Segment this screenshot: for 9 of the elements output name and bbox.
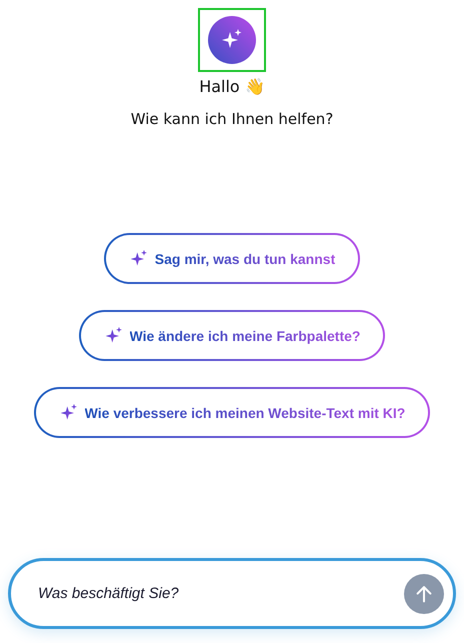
suggestion-button[interactable]: Wie verbessere ich meinen Website-Text mit KI?: [34, 387, 430, 438]
sparkle-icon: [104, 326, 124, 346]
suggestion-button[interactable]: Sag mir, was du tun kannst: [104, 233, 360, 284]
message-field[interactable]: Was beschäftigt Sie?: [36, 584, 404, 603]
sparkle-icon: [58, 402, 79, 422]
greeting: Hallo 👋: [199, 77, 265, 96]
suggestion-button[interactable]: Wie ändere ich meine Farbpalette?: [78, 310, 386, 361]
sparkle-icon: [128, 248, 149, 268]
subtitle: Wie kann ich Ihnen helfen?: [130, 110, 334, 128]
